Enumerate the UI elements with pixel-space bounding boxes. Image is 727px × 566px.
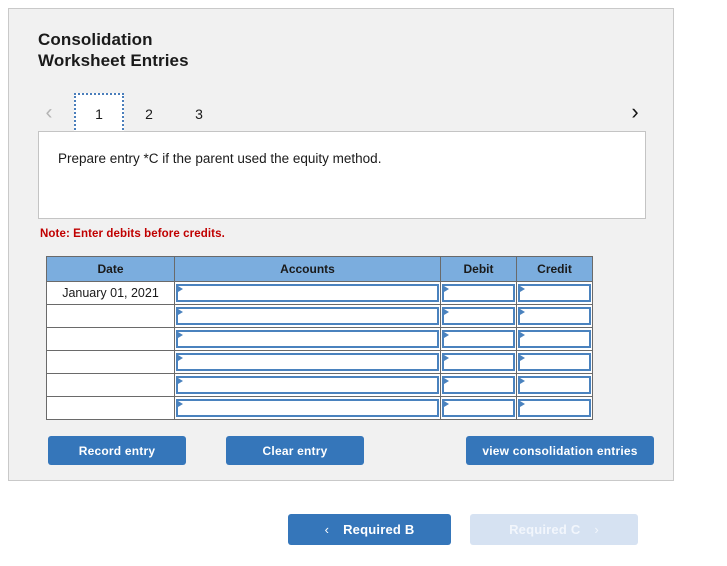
table-row: January 01, 2021 [46, 281, 593, 305]
debits-before-credits-note: Note: Enter debits before credits. [40, 228, 225, 240]
cell-accounts-input[interactable] [174, 373, 441, 397]
cell-debit-input[interactable] [440, 304, 517, 328]
cell-accounts-input[interactable] [174, 396, 441, 420]
cell-credit-input[interactable] [516, 373, 593, 397]
required-b-button[interactable]: ‹ Required B [288, 514, 451, 545]
debit-input[interactable] [442, 330, 515, 348]
table-row [46, 396, 593, 420]
page-title-line-1: Consolidation [38, 30, 153, 49]
accounts-input[interactable] [176, 399, 439, 417]
credit-input[interactable] [518, 307, 591, 325]
instruction-panel: Prepare entry *C if the parent used the … [38, 131, 646, 219]
pagination-page-3[interactable]: 3 [174, 93, 224, 134]
cell-credit-input[interactable] [516, 350, 593, 374]
cell-accounts-input[interactable] [174, 281, 441, 305]
table-row [46, 373, 593, 397]
cell-date [46, 350, 175, 374]
accounts-input[interactable] [176, 330, 439, 348]
chevron-right-icon[interactable]: › [624, 98, 646, 126]
chevron-left-icon: ‹ [324, 522, 330, 537]
required-c-label: Required C [509, 522, 581, 537]
pagination-pages: 1 2 3 [74, 93, 224, 134]
cell-accounts-input[interactable] [174, 304, 441, 328]
accounts-input[interactable] [176, 376, 439, 394]
debit-input[interactable] [442, 376, 515, 394]
instruction-text: Prepare entry *C if the parent used the … [58, 151, 382, 166]
credit-input[interactable] [518, 330, 591, 348]
credit-input[interactable] [518, 376, 591, 394]
debit-input[interactable] [442, 307, 515, 325]
required-b-label: Required B [343, 522, 415, 537]
cell-debit-input[interactable] [440, 281, 517, 305]
debit-input[interactable] [442, 399, 515, 417]
consolidation-worksheet-card: Consolidation Worksheet Entries ‹ 1 2 3 … [8, 8, 674, 481]
table-row [46, 304, 593, 328]
cell-accounts-input[interactable] [174, 327, 441, 351]
credit-input[interactable] [518, 353, 591, 371]
page-title: Consolidation Worksheet Entries [38, 29, 189, 71]
journal-entry-table: Date Accounts Debit Credit January 01, 2… [46, 256, 593, 420]
cell-date [46, 373, 175, 397]
debit-input[interactable] [442, 284, 515, 302]
column-header-debit: Debit [440, 256, 517, 282]
cell-debit-input[interactable] [440, 327, 517, 351]
accounts-input[interactable] [176, 307, 439, 325]
column-header-credit: Credit [516, 256, 593, 282]
debit-input[interactable] [442, 353, 515, 371]
cell-credit-input[interactable] [516, 281, 593, 305]
pagination: ‹ 1 2 3 › [38, 93, 646, 134]
cell-date [46, 304, 175, 328]
cell-debit-input[interactable] [440, 396, 517, 420]
cell-credit-input[interactable] [516, 304, 593, 328]
view-consolidation-entries-button[interactable]: view consolidation entries [466, 436, 654, 465]
cell-debit-input[interactable] [440, 350, 517, 374]
credit-input[interactable] [518, 284, 591, 302]
required-c-button[interactable]: Required C › [470, 514, 638, 545]
cell-debit-input[interactable] [440, 373, 517, 397]
accounts-input[interactable] [176, 353, 439, 371]
clear-entry-button[interactable]: Clear entry [226, 436, 364, 465]
pagination-page-1[interactable]: 1 [74, 93, 124, 134]
cell-accounts-input[interactable] [174, 350, 441, 374]
chevron-left-icon[interactable]: ‹ [38, 98, 60, 126]
credit-input[interactable] [518, 399, 591, 417]
cell-credit-input[interactable] [516, 327, 593, 351]
column-header-date: Date [46, 256, 175, 282]
cell-date [46, 396, 175, 420]
cell-date: January 01, 2021 [46, 281, 175, 305]
page-title-line-2: Worksheet Entries [38, 51, 189, 70]
accounts-input[interactable] [176, 284, 439, 302]
table-row [46, 327, 593, 351]
chevron-right-icon: › [594, 522, 599, 537]
record-entry-button[interactable]: Record entry [48, 436, 186, 465]
cell-credit-input[interactable] [516, 396, 593, 420]
cell-date [46, 327, 175, 351]
journal-table-body: January 01, 2021 [46, 281, 593, 420]
table-row [46, 350, 593, 374]
pagination-page-2[interactable]: 2 [124, 93, 174, 134]
table-header-row: Date Accounts Debit Credit [46, 256, 593, 282]
column-header-accounts: Accounts [174, 256, 441, 282]
